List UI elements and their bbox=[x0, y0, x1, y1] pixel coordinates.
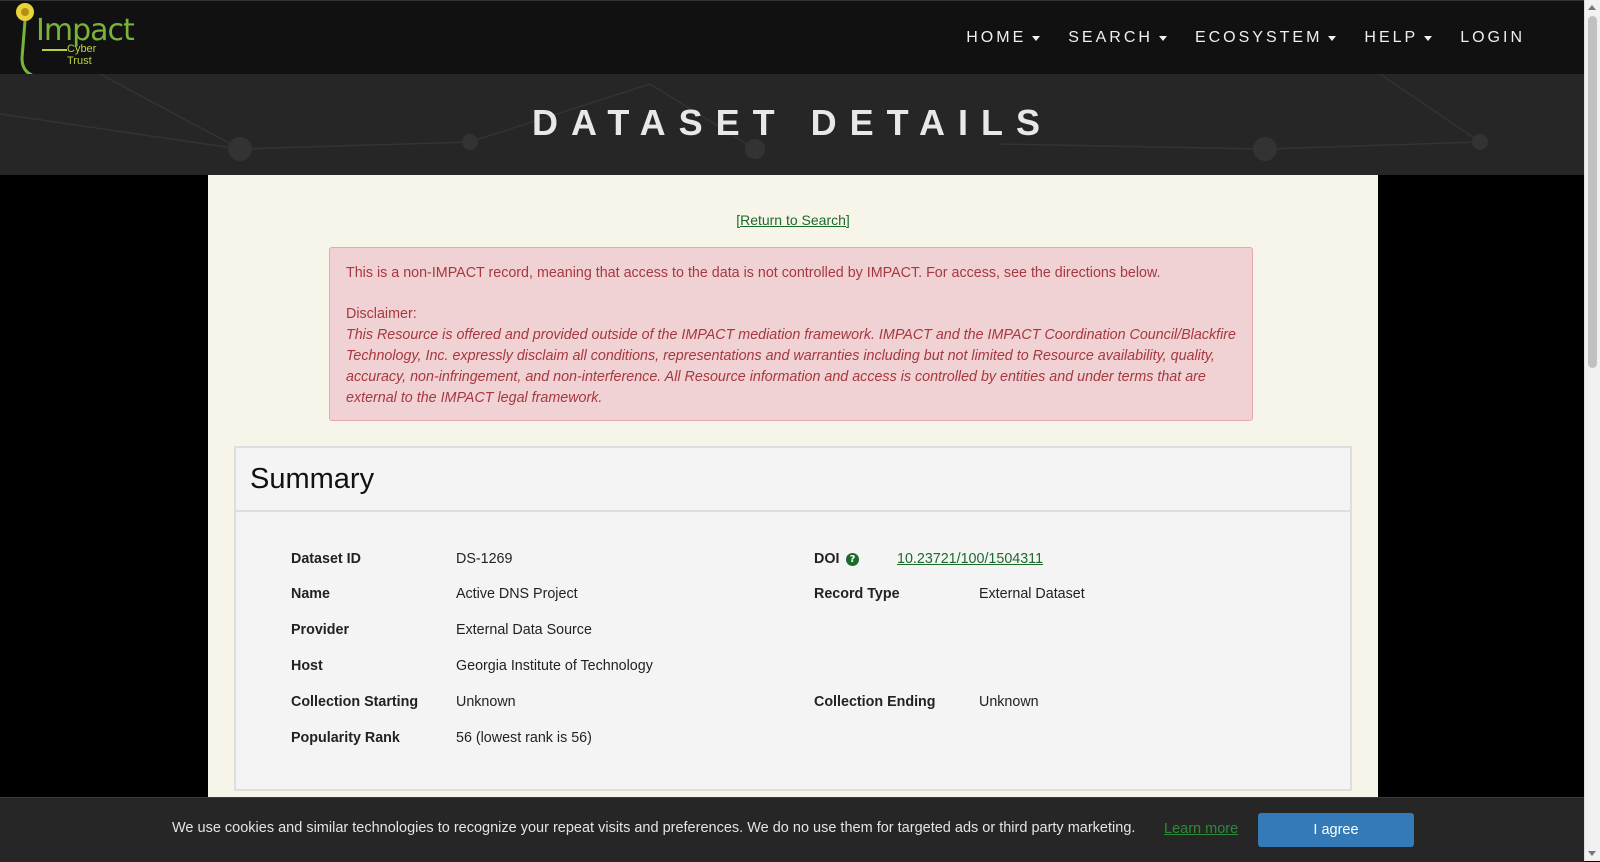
provider-value: External Data Source bbox=[456, 622, 592, 638]
nav-ecosystem-label: ECOSYSTEM bbox=[1194, 29, 1323, 46]
name-label: Name bbox=[291, 586, 330, 602]
scroll-down-arrow-icon[interactable] bbox=[1588, 851, 1596, 856]
main-nav: HOME SEARCH ECOSYSTEM HELP LOGIN bbox=[938, 1, 1525, 75]
scroll-up-arrow-icon[interactable] bbox=[1588, 5, 1596, 10]
dataset-id-value: DS-1269 bbox=[456, 551, 513, 567]
doi-help[interactable]: ? bbox=[846, 550, 859, 566]
nav-home-label: HOME bbox=[966, 29, 1027, 46]
page-banner: DATASET DETAILS bbox=[0, 74, 1585, 175]
disclaimer-label: Disclaimer: bbox=[346, 306, 417, 322]
page-title: DATASET DETAILS bbox=[532, 102, 1053, 143]
host-value: Georgia Institute of Technology bbox=[456, 658, 653, 674]
record-type-value: External Dataset bbox=[979, 586, 1085, 602]
popularity-rank-label: Popularity Rank bbox=[291, 730, 400, 746]
alert-notice: This is a non-IMPACT record, meaning tha… bbox=[346, 265, 1161, 281]
caret-down-icon bbox=[1328, 35, 1337, 41]
summary-heading: Summary bbox=[250, 462, 375, 495]
nav-login[interactable]: LOGIN bbox=[1460, 29, 1525, 47]
learn-more-link[interactable]: Learn more bbox=[1164, 821, 1238, 837]
doi-link[interactable]: 10.23721/100/1504311 bbox=[897, 551, 1043, 567]
summary-panel: Summary Dataset ID DS-1269 DOI ? 10.2372… bbox=[234, 446, 1352, 791]
disclaimer-text: This Resource is offered and provided ou… bbox=[346, 327, 1236, 406]
doi-label: DOI bbox=[814, 551, 840, 567]
collection-ending-value: Unknown bbox=[979, 694, 1039, 710]
return-to-search-link[interactable]: [Return to Search] bbox=[736, 212, 850, 228]
nav-home[interactable]: HOME bbox=[966, 29, 1041, 47]
cookie-text: We use cookies and similar technologies … bbox=[172, 820, 1136, 836]
host-label: Host bbox=[291, 658, 323, 674]
doi-value-wrapper: 10.23721/100/1504311 bbox=[897, 551, 1043, 567]
agree-button[interactable]: I agree bbox=[1258, 813, 1414, 847]
scroll-thumb[interactable] bbox=[1588, 16, 1597, 368]
summary-header: Summary bbox=[236, 448, 1350, 512]
nav-help[interactable]: HELP bbox=[1364, 29, 1433, 47]
caret-down-icon bbox=[1424, 35, 1433, 41]
impact-logo[interactable]: Impact Cyber Trust bbox=[12, 3, 135, 77]
provider-label: Provider bbox=[291, 622, 350, 638]
popularity-rank-value: 56 (lowest rank is 56) bbox=[456, 730, 592, 746]
logo-tagline: Cyber Trust bbox=[67, 43, 97, 67]
return-link-wrapper: [Return to Search] bbox=[208, 212, 1378, 228]
cookie-consent-bar: We use cookies and similar technologies … bbox=[0, 797, 1585, 862]
record-type-label: Record Type bbox=[814, 586, 900, 602]
dataset-id-label: Dataset ID bbox=[291, 551, 361, 567]
nav-login-label: LOGIN bbox=[1460, 29, 1525, 46]
non-impact-alert: This is a non-IMPACT record, meaning tha… bbox=[329, 247, 1253, 421]
top-navbar: Impact Cyber Trust HOME SEARCH ECOSYSTEM… bbox=[0, 0, 1585, 77]
nav-search-label: SEARCH bbox=[1068, 29, 1153, 46]
collection-starting-value: Unknown bbox=[456, 694, 516, 710]
name-value: Active DNS Project bbox=[456, 586, 578, 602]
caret-down-icon bbox=[1032, 35, 1041, 41]
nav-help-label: HELP bbox=[1364, 29, 1419, 46]
question-circle-icon[interactable]: ? bbox=[846, 553, 859, 566]
nav-search[interactable]: SEARCH bbox=[1068, 29, 1167, 47]
collection-ending-label: Collection Ending bbox=[814, 694, 936, 710]
nav-ecosystem[interactable]: ECOSYSTEM bbox=[1194, 29, 1337, 47]
page-scrollbar[interactable] bbox=[1584, 0, 1600, 861]
caret-down-icon bbox=[1158, 35, 1167, 41]
main-content: [Return to Search] This is a non-IMPACT … bbox=[208, 175, 1378, 861]
collection-starting-label: Collection Starting bbox=[291, 694, 419, 710]
